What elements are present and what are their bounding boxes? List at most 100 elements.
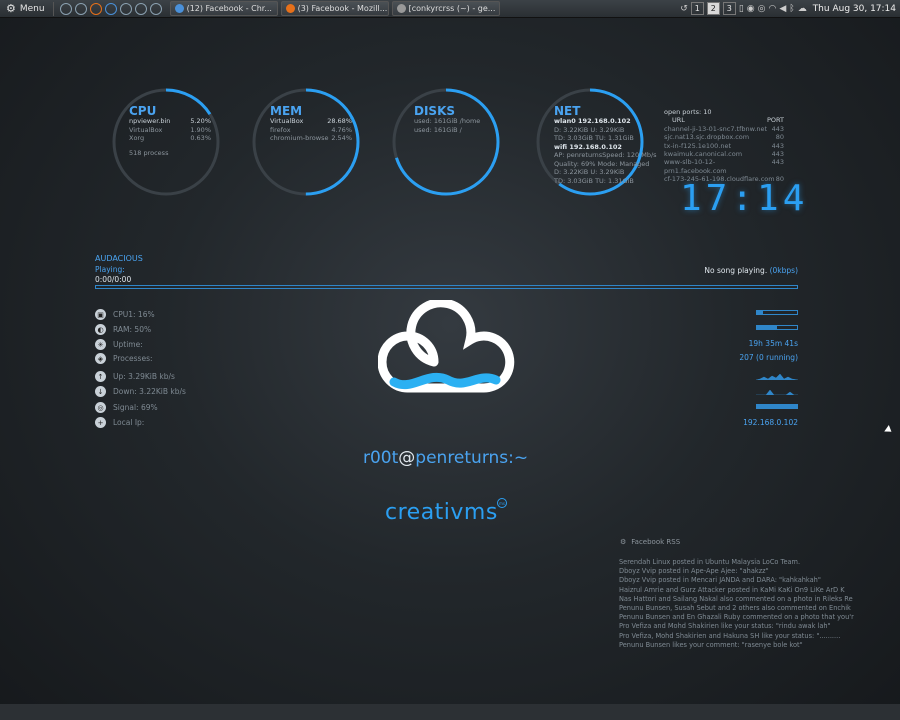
- audacious-bitrate: (0kbps): [769, 266, 798, 275]
- cpu-proc-value: 5.20%: [190, 117, 211, 125]
- audacious-playing-label: Playing:: [95, 265, 125, 274]
- ports-col-port: PORT: [766, 116, 784, 125]
- port-number: 443: [771, 150, 784, 159]
- net-info: wlan0 192.168.0.102 D: 3.22KiB U: 3.29Ki…: [554, 117, 657, 185]
- refresh-icon[interactable]: ↺: [680, 4, 688, 14]
- separator: [52, 1, 54, 16]
- launcher: [56, 2, 166, 15]
- net-line: Quality: 69% Mode: Managed: [554, 159, 650, 168]
- disks-title: DISKS: [414, 104, 456, 118]
- mem-proc-name: VirtualBox: [270, 117, 304, 125]
- rss-item[interactable]: Serendah Linux posted in Ubuntu Malaysia…: [619, 558, 869, 567]
- chrome-icon: [174, 4, 184, 13]
- net-line: D: 3.22KiB U: 3.29KiB: [554, 168, 625, 176]
- processes-value: 207 (0 running): [739, 353, 798, 362]
- audacious-status-text: No song playing.: [704, 266, 768, 275]
- audacious-title: AUDACIOUS: [95, 254, 143, 263]
- cpu-bar: [756, 310, 798, 315]
- rss-title: Facebook RSS: [631, 538, 681, 546]
- stat-uptime: ✳ Uptime:: [95, 339, 143, 350]
- rss-item[interactable]: Dboyz Vvip posted in Mencari JANDA and D…: [619, 576, 869, 585]
- rss-item[interactable]: Pro Vefiza, Mohd Shakirien and Hakuna SH…: [619, 632, 869, 641]
- cloud-logo-icon: [378, 300, 515, 393]
- port-number: 80: [775, 133, 784, 142]
- port-url: sjc.nat13.sjc.dropbox.com: [664, 133, 750, 142]
- files-icon[interactable]: [74, 2, 87, 15]
- processes-icon: ◈: [95, 353, 106, 364]
- prompt-at: @: [398, 448, 416, 468]
- ram-bar: [756, 325, 798, 330]
- terminal-icon[interactable]: [149, 2, 162, 15]
- mem-title: MEM: [270, 104, 303, 118]
- prompt-user: r00t: [363, 448, 399, 468]
- disk-row: used: 161GiB /: [414, 125, 462, 134]
- taskbar: (12) Facebook - Chr... (3) Facebook - Mo…: [169, 1, 500, 16]
- net-title: NET: [554, 104, 581, 118]
- ram-icon: ◐: [95, 324, 106, 335]
- uptime-value: 19h 35m 41s: [748, 339, 798, 348]
- panel-clock[interactable]: Thu Aug 30, 17:14: [813, 4, 896, 14]
- stat-label: Down: 3.22KiB kb/s: [113, 387, 186, 396]
- update-icon[interactable]: ◉: [747, 4, 755, 14]
- prompt-host: penreturns:~: [415, 448, 529, 468]
- app-icon[interactable]: [119, 2, 132, 15]
- cpu-process-list: npviewer.bin 5.20% VirtualBox 1.90% Xorg 0.…: [129, 117, 211, 157]
- audacious-progress-bar: [95, 285, 798, 289]
- cpu-proc-name: VirtualBox: [129, 125, 163, 134]
- trash-icon[interactable]: ▯: [739, 4, 744, 14]
- stat-label: RAM: 50%: [113, 325, 152, 334]
- settings-icon[interactable]: [134, 2, 147, 15]
- wifi-icon[interactable]: ◠: [769, 4, 777, 14]
- ram-bar-fill: [757, 326, 777, 329]
- bottom-panel: [0, 704, 900, 720]
- stat-label: Up: 3.29KiB kb/s: [113, 372, 175, 381]
- rss-item[interactable]: Haizrul Amrie and Gurz Attacker posted i…: [619, 586, 869, 595]
- rss-item[interactable]: Penunu Bunsen, Susah Sebut and 2 others …: [619, 604, 869, 613]
- cpu-process-count: 518 process: [129, 148, 169, 157]
- port-url: tx-in-f125.1e100.net: [664, 141, 732, 150]
- workspace-2[interactable]: 2: [706, 2, 720, 15]
- network-icon[interactable]: ◎: [758, 4, 766, 14]
- signal-bar: [756, 404, 798, 409]
- disks-ring: [386, 82, 506, 202]
- volume-icon[interactable]: ◀: [779, 4, 786, 14]
- rss-item[interactable]: Nas Hattori and Sailang Nakal also comme…: [619, 595, 869, 604]
- brand-logo: creativms: [385, 500, 498, 525]
- stat-cpu: ▣ CPU1: 16%: [95, 309, 155, 320]
- stat-ram: ◐ RAM: 50%: [95, 324, 151, 335]
- audacious-time: 0:00/0:00: [95, 275, 132, 284]
- rss-item[interactable]: Penunu Bunsen likes your comment: "rasen…: [619, 641, 869, 650]
- stat-signal: ◎ Signal: 69%: [95, 402, 158, 413]
- open-ports-panel: open ports: 10 URL PORT channel-ji-13-01-…: [664, 108, 784, 184]
- net-line: wlan0 192.168.0.102: [554, 117, 631, 125]
- ports-col-url: URL: [672, 116, 685, 125]
- weather-icon[interactable]: ☁: [798, 4, 807, 14]
- port-url: www-slb-10-12-prn1.facebook.com: [664, 158, 727, 175]
- cpu-proc-value: 1.90%: [190, 125, 211, 134]
- task-firefox[interactable]: (3) Facebook - Mozill...: [280, 1, 389, 16]
- mem-proc-value: 28.68%: [327, 117, 352, 125]
- mem-proc-value: 4.76%: [331, 125, 352, 134]
- menu-button[interactable]: ⚙ Menu: [0, 0, 51, 18]
- rss-item[interactable]: Penunu Bunsen and En Ghazali Ruby commen…: [619, 613, 869, 622]
- text-editor-icon: [396, 4, 406, 13]
- bluetooth-icon[interactable]: ᛒ: [789, 4, 794, 14]
- big-clock: 17:14: [680, 178, 809, 219]
- port-url: kwaimuk.canonical.com: [664, 150, 743, 159]
- net-line: TD: 3.03GiB TU: 1.31GiB: [554, 176, 634, 185]
- firefox-icon[interactable]: [89, 2, 102, 15]
- show-desktop-icon[interactable]: [59, 2, 72, 15]
- upload-graph: [756, 373, 798, 380]
- workspace-1[interactable]: 1: [690, 2, 704, 15]
- chrome-icon[interactable]: [104, 2, 117, 15]
- local-ip-value: 192.168.0.102: [743, 418, 798, 427]
- mem-proc-name: chromium-browse: [270, 134, 329, 142]
- cpu-bar-fill: [757, 311, 764, 314]
- task-chrome[interactable]: (12) Facebook - Chr...: [169, 1, 278, 16]
- workspace-3[interactable]: 3: [722, 2, 736, 15]
- system-tray: ↺ 1 2 3 ▯ ◉ ◎ ◠ ◀ ᛒ ☁ Thu Aug 30, 17:14: [680, 2, 900, 15]
- task-gedit[interactable]: [conkyrcrss (~) - ge...: [391, 1, 500, 16]
- rss-item[interactable]: Pro Vefiza and Mohd Shakirien like your …: [619, 622, 869, 631]
- rss-item[interactable]: Dboyz Vvip posted in Ape-Ape Ajee: "ahak…: [619, 567, 869, 576]
- mem-proc-name: firefox: [270, 125, 291, 134]
